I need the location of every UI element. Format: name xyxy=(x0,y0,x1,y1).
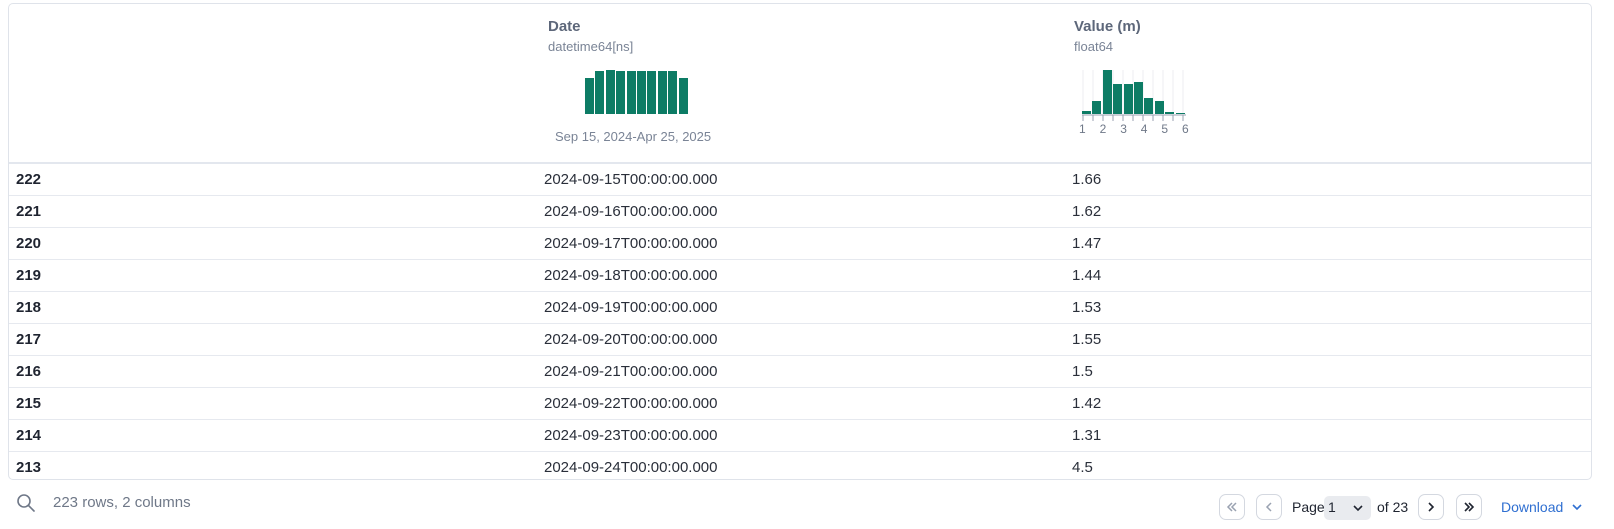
date-cell: 2024-09-24T00:00:00.000 xyxy=(544,459,718,476)
value-axis-tick-label: 4 xyxy=(1140,122,1148,136)
first-page-icon xyxy=(1226,502,1237,512)
page-select-value: 1 xyxy=(1328,499,1336,515)
value-histogram xyxy=(1082,70,1186,114)
page-select[interactable]: 1 xyxy=(1324,496,1371,520)
row-index: 220 xyxy=(16,235,42,252)
value-column-dtype: float64 xyxy=(1074,39,1114,54)
date-cell: 2024-09-23T00:00:00.000 xyxy=(544,427,718,444)
date-histogram xyxy=(585,70,689,114)
date-range-label: Sep 15, 2024-Apr 25, 2025 xyxy=(555,129,712,144)
data-table: Date datetime64[ns] Sep 15, 2024-Apr 25,… xyxy=(8,3,1592,480)
value-cell: 1.53 xyxy=(1072,299,1102,316)
value-histogram-bar xyxy=(1154,101,1164,114)
value-column-name: Value (m) xyxy=(1074,18,1141,35)
value-axis-tick-label: 6 xyxy=(1182,122,1189,136)
row-index: 213 xyxy=(16,459,42,476)
page-count-label: of 23 xyxy=(1377,499,1409,515)
table-row[interactable]: 213 2024-09-24T00:00:00.000 4.5 xyxy=(9,452,1591,479)
table-row[interactable]: 219 2024-09-18T00:00:00.000 1.44 xyxy=(9,260,1591,292)
date-histogram-bar xyxy=(637,71,646,114)
table-row[interactable]: 220 2024-09-17T00:00:00.000 1.47 xyxy=(9,228,1591,260)
download-chevron-icon[interactable] xyxy=(1571,502,1583,512)
date-histogram-bar xyxy=(605,70,615,114)
table-row[interactable]: 215 2024-09-22T00:00:00.000 1.42 xyxy=(9,388,1591,420)
first-page-button[interactable] xyxy=(1219,494,1245,520)
row-index: 218 xyxy=(16,299,42,316)
value-cell: 1.62 xyxy=(1072,203,1102,220)
date-histogram-bar xyxy=(668,71,678,114)
value-histogram-bar xyxy=(1082,111,1091,114)
row-index: 217 xyxy=(16,331,42,348)
download-button[interactable]: Download xyxy=(1501,499,1563,515)
value-histogram-bar xyxy=(1113,84,1123,114)
value-axis-tick-label: 1 xyxy=(1079,122,1086,136)
row-index: 214 xyxy=(16,427,42,444)
value-axis-tick-label: 5 xyxy=(1161,122,1169,136)
page-label: Page xyxy=(1292,499,1325,515)
row-index: 215 xyxy=(16,395,42,412)
table-header: Date datetime64[ns] Sep 15, 2024-Apr 25,… xyxy=(9,4,1591,164)
date-cell: 2024-09-19T00:00:00.000 xyxy=(544,299,718,316)
value-cell: 1.44 xyxy=(1072,267,1102,284)
row-index: 222 xyxy=(16,171,42,188)
date-histogram-bar xyxy=(616,71,626,114)
date-histogram-bar xyxy=(595,71,605,114)
date-column-name: Date xyxy=(548,18,581,35)
value-histogram-bar xyxy=(1175,113,1185,114)
chevron-down-icon xyxy=(1353,505,1363,512)
date-cell: 2024-09-21T00:00:00.000 xyxy=(544,363,718,380)
next-page-button[interactable] xyxy=(1418,494,1444,520)
date-column-header[interactable]: Date datetime64[ns] xyxy=(548,18,633,54)
date-cell: 2024-09-18T00:00:00.000 xyxy=(544,267,718,284)
value-histogram-bar xyxy=(1123,84,1133,114)
table-row[interactable]: 222 2024-09-15T00:00:00.000 1.66 xyxy=(9,164,1591,196)
last-page-icon xyxy=(1464,502,1475,512)
date-cell: 2024-09-16T00:00:00.000 xyxy=(544,203,718,220)
table-row[interactable]: 218 2024-09-19T00:00:00.000 1.53 xyxy=(9,292,1591,324)
date-histogram-bar xyxy=(678,78,688,114)
value-cell: 1.5 xyxy=(1072,363,1093,380)
next-page-icon xyxy=(1428,502,1435,512)
row-index: 219 xyxy=(16,267,42,284)
date-cell: 2024-09-22T00:00:00.000 xyxy=(544,395,718,412)
table-footer: 223 rows, 2 columns Page 1 of 23 Downloa… xyxy=(0,480,1614,529)
date-histogram-bar xyxy=(647,71,657,114)
date-histogram-bar xyxy=(585,78,594,114)
search-icon[interactable] xyxy=(16,493,36,513)
value-column-header[interactable]: Value (m) float64 xyxy=(1074,18,1141,54)
row-index: 216 xyxy=(16,363,42,380)
date-column-dtype: datetime64[ns] xyxy=(548,39,634,54)
prev-page-icon xyxy=(1265,502,1272,512)
date-cell: 2024-09-20T00:00:00.000 xyxy=(544,331,718,348)
date-histogram-bar xyxy=(657,71,667,114)
value-histogram-bar xyxy=(1134,82,1143,114)
table-row[interactable]: 221 2024-09-16T00:00:00.000 1.62 xyxy=(9,196,1591,228)
date-cell: 2024-09-17T00:00:00.000 xyxy=(544,235,718,252)
prev-page-button[interactable] xyxy=(1256,494,1282,520)
value-axis-tick-label: 3 xyxy=(1120,122,1127,136)
value-histogram-bar xyxy=(1144,98,1154,114)
date-cell: 2024-09-15T00:00:00.000 xyxy=(544,171,718,188)
date-histogram-bar xyxy=(626,71,636,114)
value-histogram-bar xyxy=(1092,101,1102,114)
value-cell: 1.66 xyxy=(1072,171,1102,188)
value-cell: 1.42 xyxy=(1072,395,1102,412)
value-histogram-bar xyxy=(1102,70,1112,114)
value-cell: 1.31 xyxy=(1072,427,1102,444)
value-cell: 4.5 xyxy=(1072,459,1093,476)
table-row[interactable]: 216 2024-09-21T00:00:00.000 1.5 xyxy=(9,356,1591,388)
row-count-summary: 223 rows, 2 columns xyxy=(53,494,191,511)
value-axis-tick-label: 2 xyxy=(1099,122,1107,136)
value-histogram-bar xyxy=(1165,112,1175,114)
table-row[interactable]: 214 2024-09-23T00:00:00.000 1.31 xyxy=(9,420,1591,452)
row-index: 221 xyxy=(16,203,42,220)
value-cell: 1.55 xyxy=(1072,331,1102,348)
table-row[interactable]: 217 2024-09-20T00:00:00.000 1.55 xyxy=(9,324,1591,356)
last-page-button[interactable] xyxy=(1456,494,1482,520)
value-cell: 1.47 xyxy=(1072,235,1102,252)
